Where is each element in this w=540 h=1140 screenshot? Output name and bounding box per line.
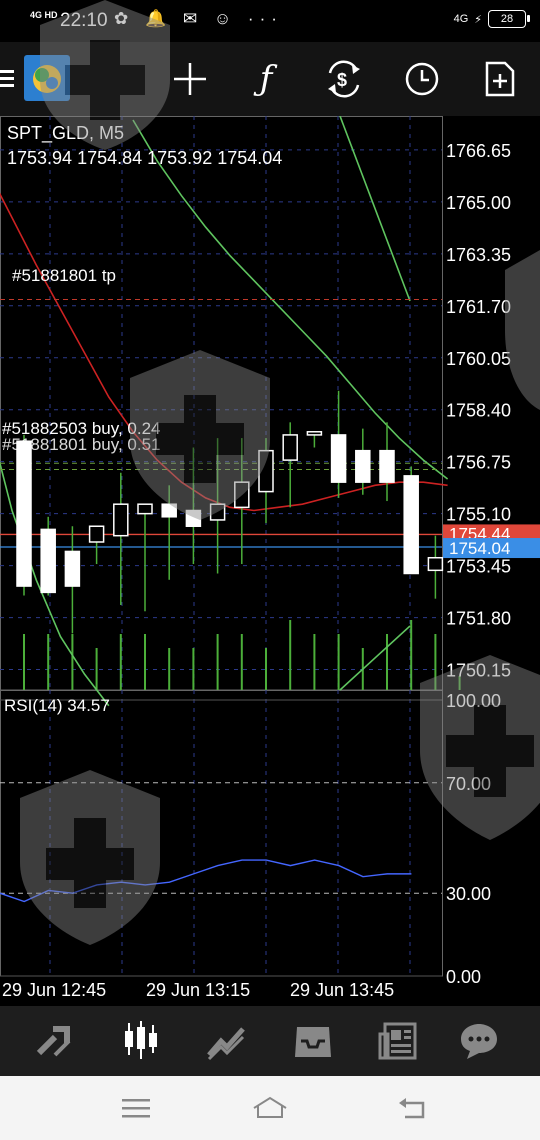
indicators-icon[interactable]: ƒ	[236, 42, 296, 116]
watermark-shield-icon	[505, 250, 540, 410]
candle-body	[330, 434, 347, 483]
news-icon	[378, 1022, 417, 1060]
time-axis-label: 29 Jun 13:45	[290, 980, 394, 1000]
candle-body	[379, 449, 395, 483]
candle-body	[88, 525, 105, 543]
quotes-icon	[36, 1026, 71, 1057]
candle-body	[64, 550, 81, 587]
messages-tab[interactable]	[436, 1006, 522, 1076]
bottom-nav	[0, 1006, 540, 1076]
menu-lines-icon	[122, 1099, 150, 1118]
inbox-icon	[295, 1027, 331, 1057]
candle-body	[355, 449, 371, 483]
timeframe-icon[interactable]	[392, 42, 452, 116]
charging-icon: ⚡	[474, 13, 482, 26]
history-tab[interactable]	[270, 1006, 356, 1076]
battery-indicator: 28	[488, 10, 530, 28]
price-tick-label: 1765.00	[446, 193, 511, 213]
watermark-shield-icon	[20, 770, 160, 945]
candles-icon	[125, 1021, 157, 1059]
home-button[interactable]	[250, 1092, 290, 1124]
trade-tab[interactable]	[184, 1006, 270, 1076]
watermark-shield-icon	[130, 350, 270, 520]
time-axis-label: 29 Jun 12:45	[2, 980, 106, 1000]
home-icon	[253, 1096, 287, 1118]
network-type: 4G	[453, 13, 469, 25]
svg-text:$: $	[337, 70, 347, 90]
ma-green-right-line	[339, 115, 411, 302]
candle-body	[282, 434, 298, 461]
chart-ohlc: 1753.94 1754.84 1753.92 1754.04	[7, 148, 283, 168]
chart-tab[interactable]	[98, 1006, 184, 1076]
back-icon	[399, 1098, 425, 1119]
news-tab[interactable]	[356, 1006, 442, 1076]
rsi-tick-label: 0.00	[446, 967, 481, 987]
time-axis-label: 29 Jun 13:15	[146, 980, 250, 1000]
price-tick-label: 1755.10	[446, 505, 511, 525]
candle-body	[40, 528, 56, 594]
order-label-tp: #51881801 tp	[12, 266, 116, 285]
bid-price-text: 1754.04	[449, 539, 510, 558]
price-tick-label: 1756.75	[446, 453, 511, 473]
rsi-label: RSI(14) 34.57	[4, 696, 110, 715]
menu-icon[interactable]	[0, 42, 22, 116]
chat-icon	[461, 1024, 497, 1059]
watermark-shield-icon	[420, 655, 540, 840]
price-tick-label: 1753.45	[446, 557, 511, 577]
recent-apps-button[interactable]	[116, 1092, 156, 1124]
system-nav-bar	[0, 1076, 540, 1140]
price-tick-label: 1766.65	[446, 141, 511, 161]
candle-body	[403, 475, 419, 575]
price-tick-label: 1751.80	[446, 609, 511, 629]
watermark-shield-icon	[40, 0, 170, 150]
candle-body	[16, 440, 32, 587]
candle-body	[306, 431, 323, 436]
trade-icon	[207, 1027, 245, 1061]
status-right: 4G ⚡ 28	[453, 10, 530, 28]
symbol-change-icon[interactable]: $	[314, 42, 374, 116]
add-template-icon[interactable]	[470, 42, 530, 116]
back-button[interactable]	[392, 1092, 432, 1124]
candle-body	[427, 556, 444, 572]
quotes-tab[interactable]	[12, 1006, 98, 1076]
rsi-tick-label: 30.00	[446, 884, 491, 904]
